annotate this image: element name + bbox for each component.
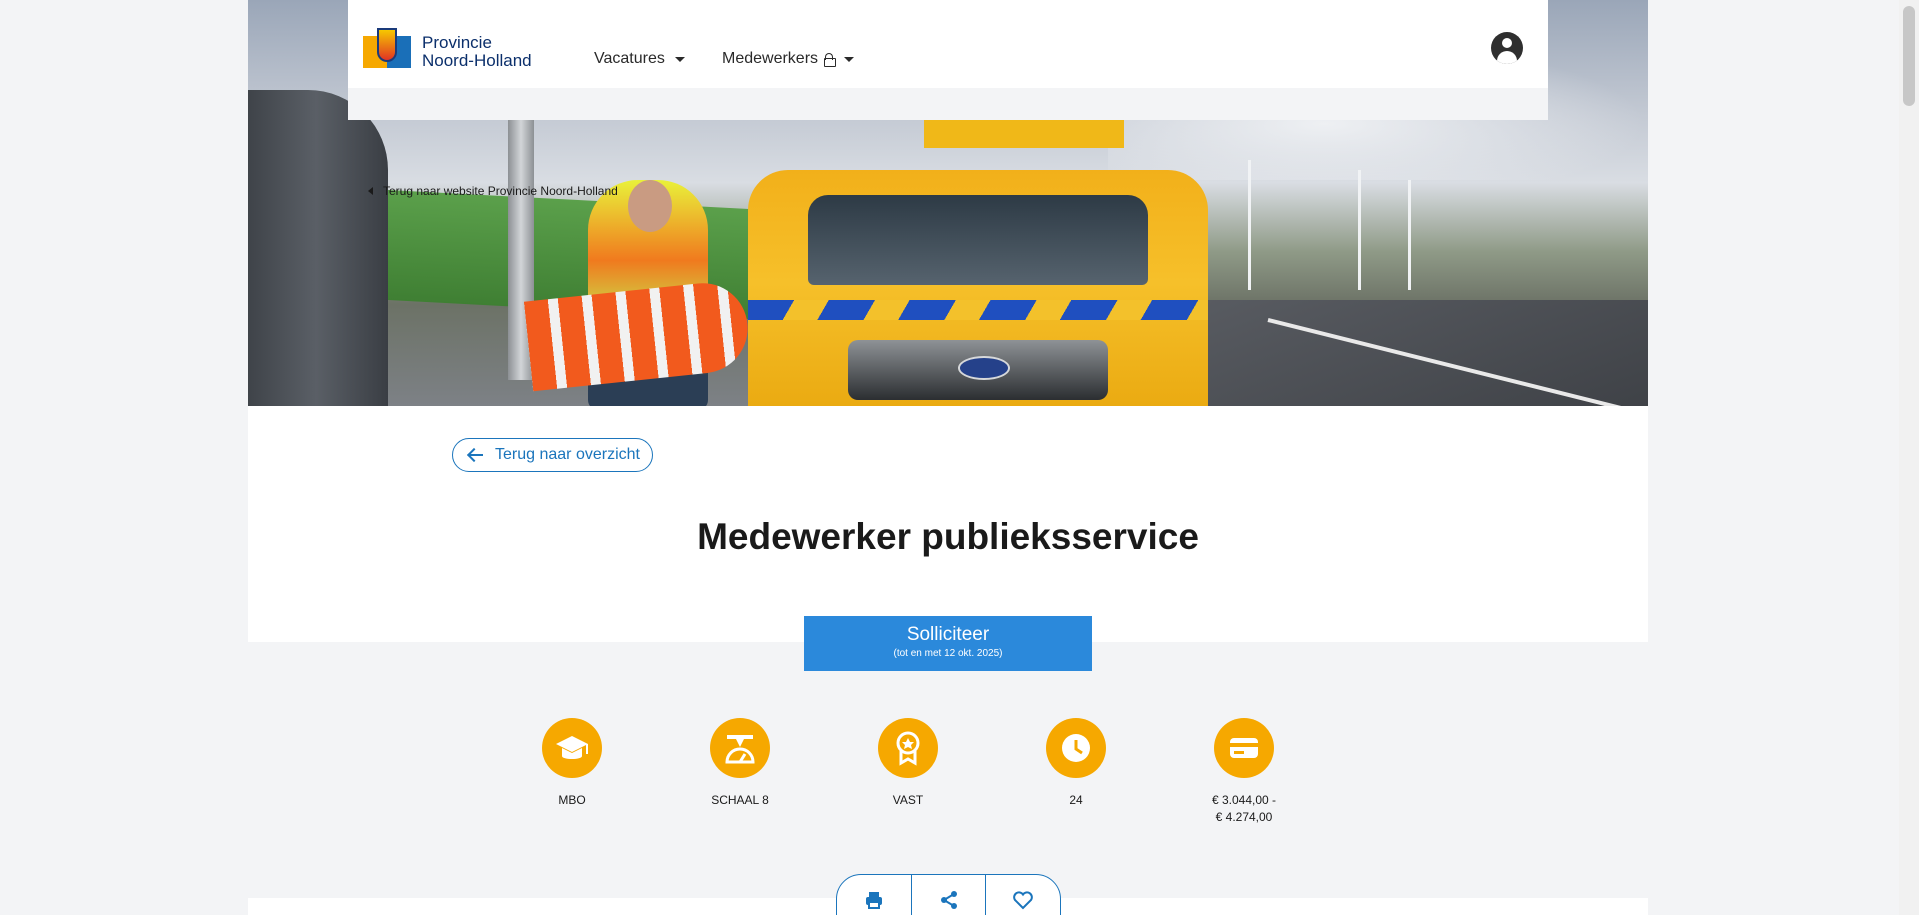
back-to-overview-label: Terug naar overzicht (495, 446, 640, 463)
chevron-down-icon (674, 56, 685, 62)
nav-vacatures[interactable]: Vacatures (594, 50, 685, 68)
brand-line-1: Provincie (422, 33, 492, 52)
chevron-down-icon (844, 56, 855, 62)
share-button[interactable] (912, 875, 987, 915)
fact-salary: € 3.044,00 - € 4.274,00 (1184, 718, 1304, 826)
award-ribbon-icon (878, 718, 938, 778)
apply-label: Solliciteer (906, 624, 990, 645)
fact-education: MBO (512, 718, 632, 809)
scrollbar-thumb[interactable] (1903, 6, 1915, 106)
fact-scale-label: SCHAAL 8 (711, 793, 769, 807)
nav-vacatures-label: Vacatures (594, 50, 665, 67)
favorite-button[interactable] (986, 875, 1060, 915)
print-button[interactable] (837, 875, 912, 915)
chevron-left-icon (368, 187, 373, 195)
page-title: Medewerker publieksservice (697, 516, 1199, 557)
nav-medewerkers-label: Medewerkers (722, 50, 819, 67)
heart-icon (1013, 891, 1034, 910)
site-header: Provincie Noord-Holland Vacatures Medewe… (348, 0, 1548, 198)
fact-hours-label: 24 (1069, 793, 1083, 807)
account-icon[interactable] (1491, 32, 1523, 64)
print-icon (866, 892, 882, 909)
share-icon (940, 891, 957, 909)
header-subbar: Terug naar website Provincie Noord-Holla… (348, 88, 1548, 198)
brand-name[interactable]: Provincie Noord-Holland (422, 34, 532, 70)
nav-medewerkers[interactable]: Medewerkers (722, 50, 855, 68)
brand-line-2: Noord-Holland (422, 51, 532, 70)
header-bar: Provincie Noord-Holland Vacatures Medewe… (348, 0, 1548, 88)
page-scrollbar[interactable] (1899, 0, 1919, 915)
graduation-cap-icon (542, 718, 602, 778)
back-to-website-link[interactable]: Terug naar website Provincie Noord-Holla… (368, 184, 618, 198)
fact-hours: 24 (1016, 718, 1136, 809)
fact-salary-label: € 3.044,00 - € 4.274,00 (1211, 793, 1277, 824)
scale-icon (710, 718, 770, 778)
back-to-overview-button[interactable]: Terug naar overzicht (452, 438, 653, 472)
fact-contract: VAST (848, 718, 968, 809)
share-actions (836, 874, 1061, 915)
lock-icon (824, 53, 837, 67)
back-to-website-label: Terug naar website Provincie Noord-Holla… (383, 184, 618, 198)
arrow-left-icon (467, 448, 483, 462)
wallet-icon (1214, 718, 1274, 778)
fact-contract-label: VAST (892, 793, 924, 807)
apply-deadline: (tot en met 12 okt. 2025) (893, 648, 1003, 659)
fact-scale: SCHAAL 8 (680, 718, 800, 809)
main-content: Terug naar overzicht Medewerker publieks… (248, 406, 1648, 642)
page: Provincie Noord-Holland Vacatures Medewe… (248, 0, 1648, 915)
logo-icon[interactable] (363, 28, 411, 68)
apply-button[interactable]: Solliciteer (tot en met 12 okt. 2025) (804, 616, 1092, 671)
clock-icon (1046, 718, 1106, 778)
fact-education-label: MBO (558, 793, 586, 807)
